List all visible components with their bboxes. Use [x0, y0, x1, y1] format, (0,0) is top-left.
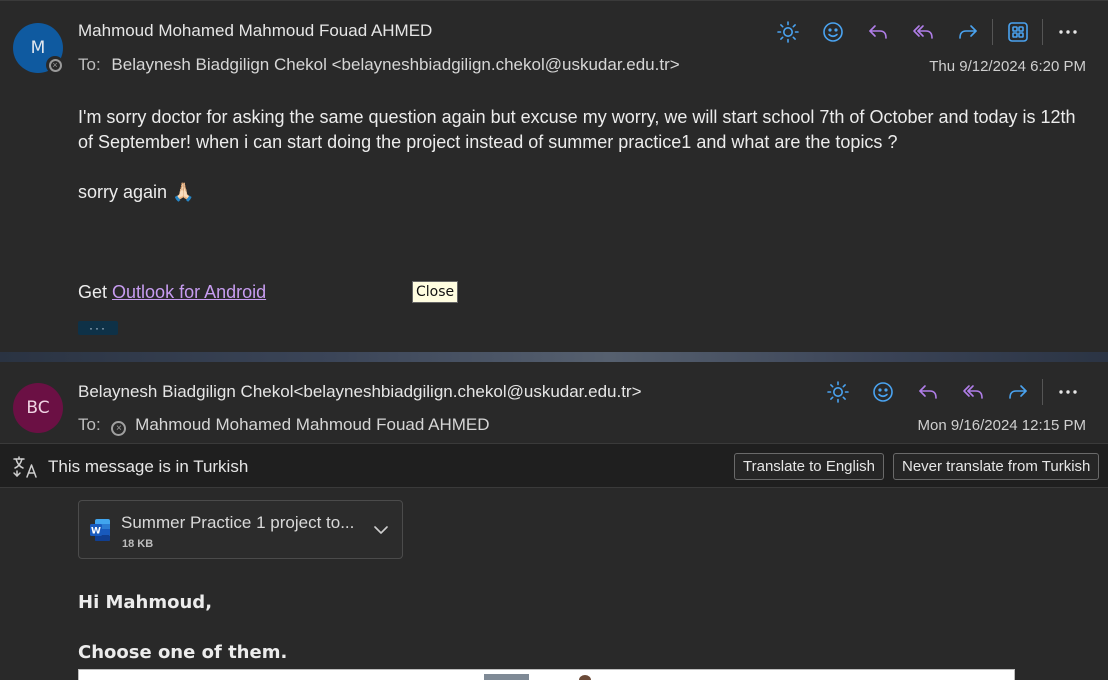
- sender-avatar[interactable]: BC: [13, 383, 63, 433]
- forward-icon[interactable]: [995, 377, 1040, 407]
- reply-all-icon[interactable]: [900, 17, 945, 47]
- message-body-paragraph: I'm sorry doctor for asking the same que…: [78, 107, 1076, 152]
- toolbar-divider: [1042, 379, 1043, 405]
- chevron-down-icon[interactable]: [372, 521, 390, 539]
- recipient[interactable]: Belaynesh Biadgilign Chekol <belayneshbi…: [111, 55, 679, 74]
- sun-icon[interactable]: [765, 17, 810, 47]
- translate-to-english-button[interactable]: Translate to English: [734, 453, 885, 480]
- message-separator: [0, 352, 1108, 362]
- sender-name[interactable]: Mahmoud Mohamed Mahmoud Fouad AHMED: [78, 21, 432, 41]
- image-content: [579, 675, 591, 680]
- message-date: Mon 9/16/2024 12:15 PM: [917, 417, 1086, 434]
- embedded-image[interactable]: [78, 669, 1015, 680]
- offline-status-icon: ×: [111, 421, 127, 436]
- outlook-android-link[interactable]: Outlook for Android: [112, 282, 266, 302]
- message-toolbar: [815, 377, 1090, 407]
- presence-offline-icon: ×: [46, 56, 64, 74]
- to-label: To:: [78, 415, 101, 434]
- reply-icon[interactable]: [855, 17, 900, 47]
- more-icon[interactable]: [1045, 17, 1090, 47]
- emoji-icon[interactable]: [810, 17, 855, 47]
- recipient-line: To: × Mahmoud Mohamed Mahmoud Fouad AHME…: [78, 415, 490, 436]
- sender-name[interactable]: Belaynesh Biadgilign Chekol<belayneshbia…: [78, 382, 642, 402]
- reply-all-icon[interactable]: [950, 377, 995, 407]
- translate-icon: [12, 454, 40, 480]
- attachment-size: 18 KB: [122, 538, 154, 550]
- signature: Get Outlook for Android: [78, 280, 266, 305]
- never-translate-button[interactable]: Never translate from Turkish: [893, 453, 1100, 480]
- word-document-icon: W: [89, 518, 111, 542]
- image-content: [484, 674, 529, 680]
- sun-icon[interactable]: [815, 377, 860, 407]
- reply-instruction: Choose one of them.: [78, 642, 288, 663]
- translate-bar: This message is in Turkish Translate to …: [0, 443, 1108, 488]
- message-body-paragraph: sorry again 🙏🏻: [78, 182, 195, 202]
- attachment-card[interactable]: W Summer Practice 1 project to... 18 KB: [78, 500, 403, 559]
- toolbar-divider: [992, 19, 993, 45]
- to-label: To:: [78, 55, 101, 74]
- attachment-name: Summer Practice 1 project to...: [121, 513, 355, 532]
- message-1: M × Mahmoud Mohamed Mahmoud Fouad AHMED …: [0, 0, 1108, 352]
- apps-icon[interactable]: [995, 17, 1040, 47]
- reply-icon[interactable]: [905, 377, 950, 407]
- message-toolbar: [765, 17, 1090, 47]
- more-icon[interactable]: [1045, 377, 1090, 407]
- toolbar-divider: [1042, 19, 1043, 45]
- reply-greeting: Hi Mahmoud,: [78, 592, 213, 613]
- svg-text:W: W: [91, 527, 101, 537]
- message-date: Thu 9/12/2024 6:20 PM: [929, 58, 1086, 75]
- emoji-icon[interactable]: [860, 377, 905, 407]
- translate-message: This message is in Turkish: [48, 457, 249, 476]
- signature-prefix: Get: [78, 282, 108, 302]
- show-more-button[interactable]: ···: [78, 321, 118, 335]
- recipient-line: To: Belaynesh Biadgilign Chekol <belayne…: [78, 55, 680, 75]
- close-tooltip: Close: [412, 281, 459, 303]
- recipient[interactable]: Mahmoud Mohamed Mahmoud Fouad AHMED: [135, 415, 489, 434]
- forward-icon[interactable]: [945, 17, 990, 47]
